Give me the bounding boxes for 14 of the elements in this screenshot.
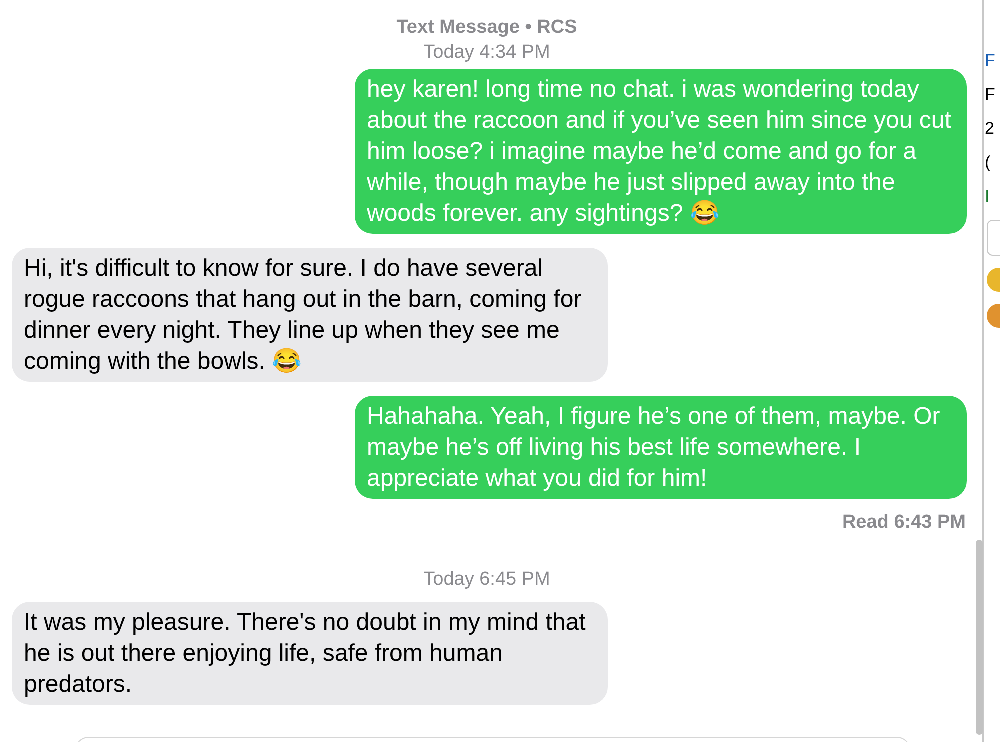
side-panel-text: F — [984, 84, 996, 106]
side-panel-text: F — [984, 50, 996, 72]
side-panel-text: 2 — [984, 118, 996, 140]
timestamp: Today 4:34 PM — [424, 41, 550, 65]
timestamp: Today 6:45 PM — [424, 568, 550, 592]
side-panel-text: ( — [984, 152, 992, 174]
scrollbar-thumb[interactable] — [976, 540, 983, 735]
service-label: Text Message • RCS — [396, 16, 578, 40]
received-message-bubble: Hi, it's difficult to know for sure. I do have several rogue raccoons that hang out in the barn, coming for dinner every night. They line up when they see me coming with the bowls. 😂 — [12, 248, 608, 382]
sent-message-bubble: hey karen! long time no chat. i was wondering today about the raccoon and if you’ve seen him since you cut him loose? i imagine maybe he’d come and go for a while, though maybe he just slipped away into the woods forever. any sightings? 😂 — [355, 69, 967, 234]
read-receipt: Read 6:43 PM — [842, 511, 966, 535]
side-panel-text: I — [984, 186, 991, 208]
sent-message-bubble: Hahahaha. Yeah, I figure he’s one of them, maybe. Or maybe he’s off living his best life somewhere. I appreciate what you did for him! — [355, 396, 967, 499]
received-message-bubble: It was my pleasure. There's no doubt in my mind that he is out there enjoying life, safe from human predators. — [12, 602, 608, 705]
